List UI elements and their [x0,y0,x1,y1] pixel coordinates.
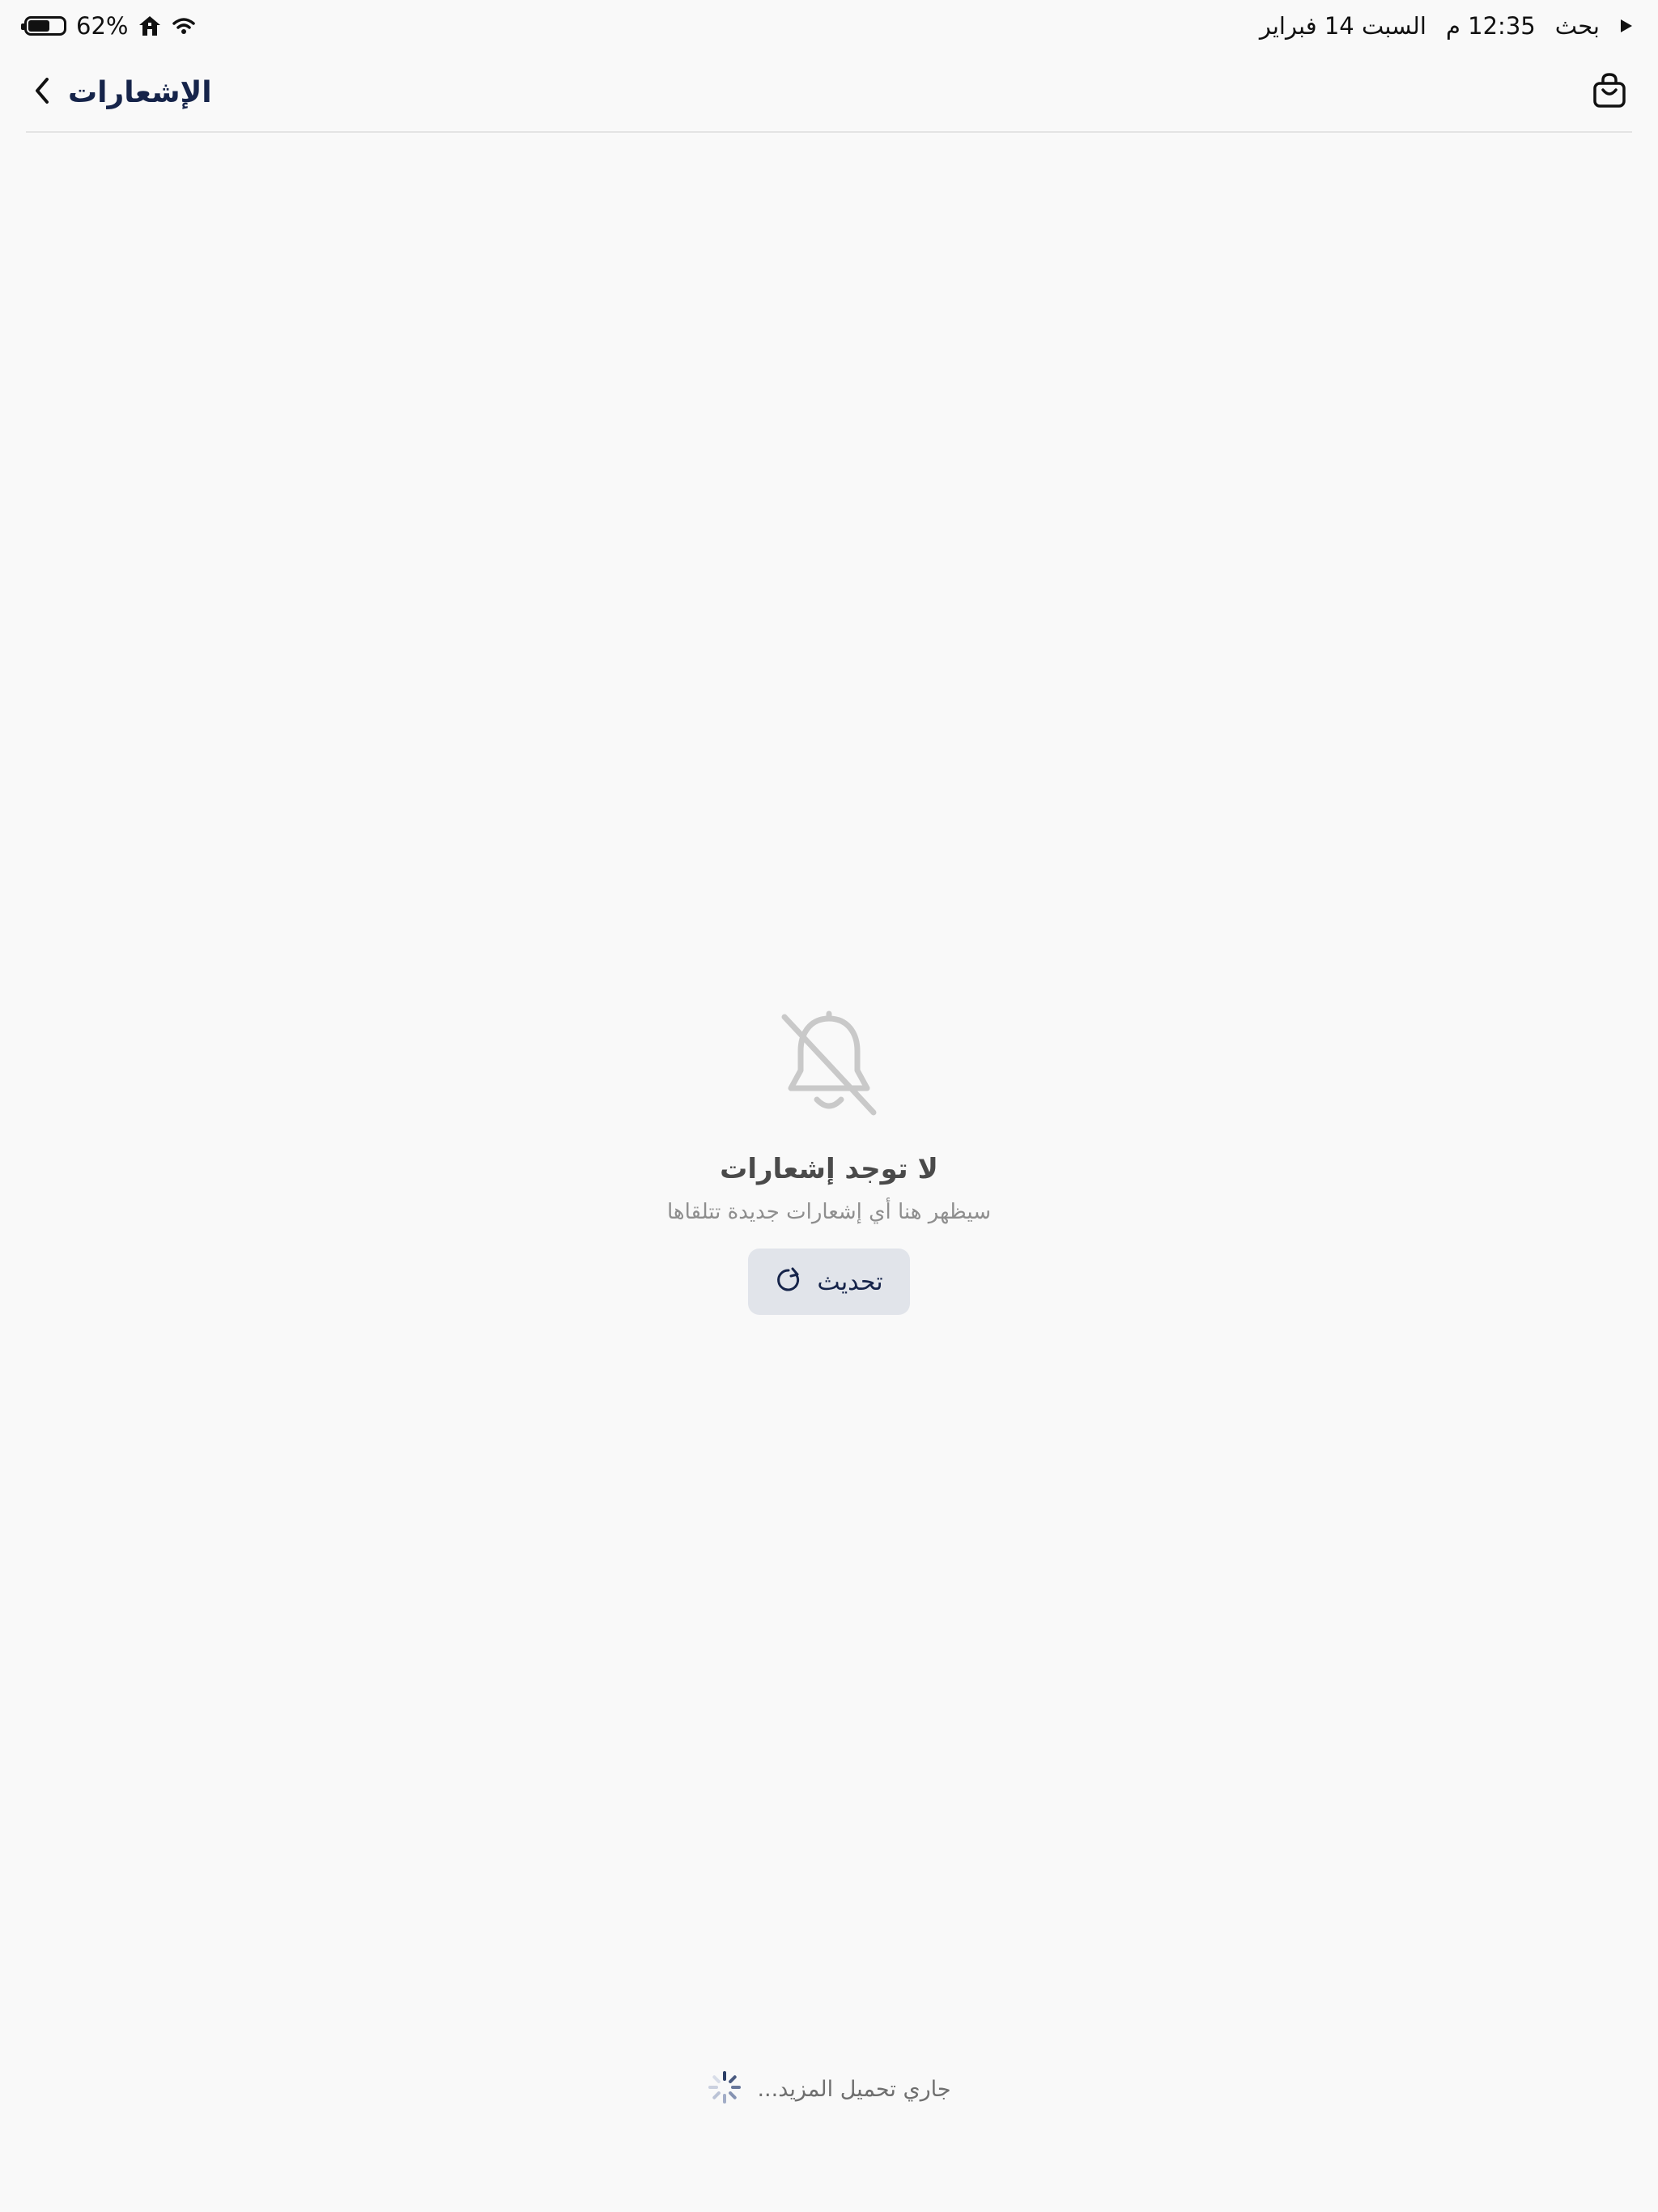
battery-fill [28,20,50,32]
bell-off-icon [776,1010,882,1119]
shopping-bag-icon [1592,72,1627,113]
status-date: السبت 14 فبراير [1259,12,1426,40]
page-title: الإشعارات [68,75,212,109]
status-back-label[interactable]: بحث [1555,12,1600,40]
navigation-bar: الإشعارات [26,52,1632,133]
loading-more-indicator: جاري تحميل المزيد... [0,2069,1658,2108]
refresh-button[interactable]: تحديث [748,1249,910,1315]
empty-state-subtitle: سيظهر هنا أي إشعارات جديدة تتلقاها [666,1200,992,1224]
chevron-left-icon[interactable] [32,76,52,108]
back-button[interactable]: الإشعارات [32,68,212,117]
refresh-icon [775,1266,802,1297]
refresh-label: تحديث [817,1267,883,1296]
spinner-icon [707,2069,742,2108]
shopping-bag-button[interactable] [1587,70,1632,115]
loading-more-label: جاري تحميل المزيد... [757,2076,951,2102]
status-time: 12:35 م [1445,12,1536,40]
battery-percent: 62% [76,12,129,40]
battery-icon [21,16,66,36]
status-bar-left: 62% [21,11,196,40]
home-icon [138,15,162,37]
empty-state: لا توجد إشعارات سيظهر هنا أي إشعارات جدي… [0,1010,1658,1315]
status-bar: 62% بحث 12:35 م السبت 14 فبراير [0,0,1658,52]
empty-state-title: لا توجد إشعارات [720,1153,938,1185]
play-arrow-icon[interactable] [1619,18,1634,34]
status-bar-right: بحث 12:35 م السبت 14 فبراير [1260,10,1634,42]
wifi-icon [172,16,196,36]
